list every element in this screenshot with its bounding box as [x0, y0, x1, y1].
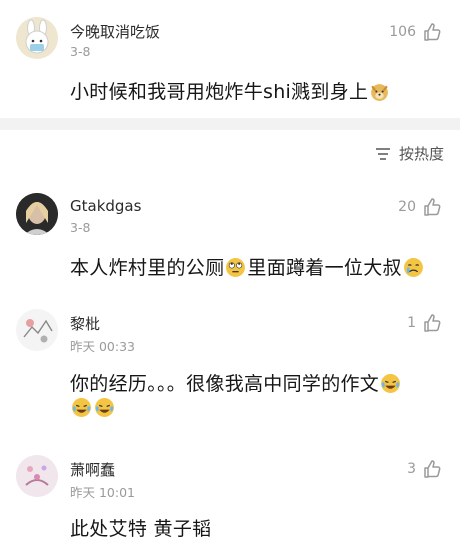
- comment-text: 你的经历。。。很像我高中同学的作文: [70, 369, 402, 396]
- like-count: 20: [398, 199, 416, 215]
- thumbs-up-icon: [424, 23, 441, 41]
- comment-item: 今晚取消吃饭 3-8 106 小时候和我哥用炮炸牛shi溅到身上: [0, 0, 460, 118]
- sort-label: 按热度: [398, 145, 444, 163]
- comment-time: 3-8: [70, 220, 91, 235]
- thumbs-up-icon: [424, 460, 441, 478]
- sort-button[interactable]: 按热度: [375, 143, 444, 164]
- username[interactable]: Gtakdgas: [70, 197, 141, 215]
- username[interactable]: 今晚取消吃饭: [70, 21, 160, 42]
- sort-icon: [375, 147, 390, 160]
- avatar[interactable]: [16, 193, 58, 235]
- avatar[interactable]: [16, 309, 58, 351]
- username[interactable]: 黎枇: [70, 313, 100, 334]
- section-divider: [0, 118, 460, 130]
- doge-emoji: [371, 84, 389, 101]
- avatar[interactable]: [16, 17, 58, 59]
- like-count: 1: [407, 315, 416, 331]
- like-button[interactable]: 20: [398, 197, 442, 217]
- avatar[interactable]: [16, 455, 58, 497]
- comment-emoji-row: [70, 397, 116, 419]
- like-button[interactable]: 106: [389, 22, 442, 42]
- comment-time: 昨天 00:33: [70, 339, 135, 354]
- rolling-eyes-emoji: [226, 258, 246, 277]
- comment-text: 本人炸村里的公厕 里面蹲着一位大叔: [70, 253, 425, 280]
- like-button[interactable]: 3: [407, 459, 442, 479]
- comment-text: 此处艾特 黄子韬: [70, 518, 212, 540]
- thumbs-up-icon: [424, 198, 441, 216]
- comment-time: 3-8: [70, 44, 91, 59]
- username[interactable]: 萧啊蠢: [70, 459, 115, 480]
- comment-text: 小时候和我哥用炮炸牛shi溅到身上: [70, 77, 391, 104]
- like-count: 3: [407, 461, 416, 477]
- like-button[interactable]: 1: [407, 313, 442, 333]
- crying-emoji: [403, 258, 423, 277]
- laughing-crying-emoji: [381, 374, 401, 393]
- laughing-crying-emoji: [72, 398, 91, 417]
- comment-time: 昨天 10:01: [70, 485, 135, 500]
- like-count: 106: [389, 24, 416, 40]
- thumbs-up-icon: [424, 314, 441, 332]
- laughing-crying-emoji: [95, 398, 114, 417]
